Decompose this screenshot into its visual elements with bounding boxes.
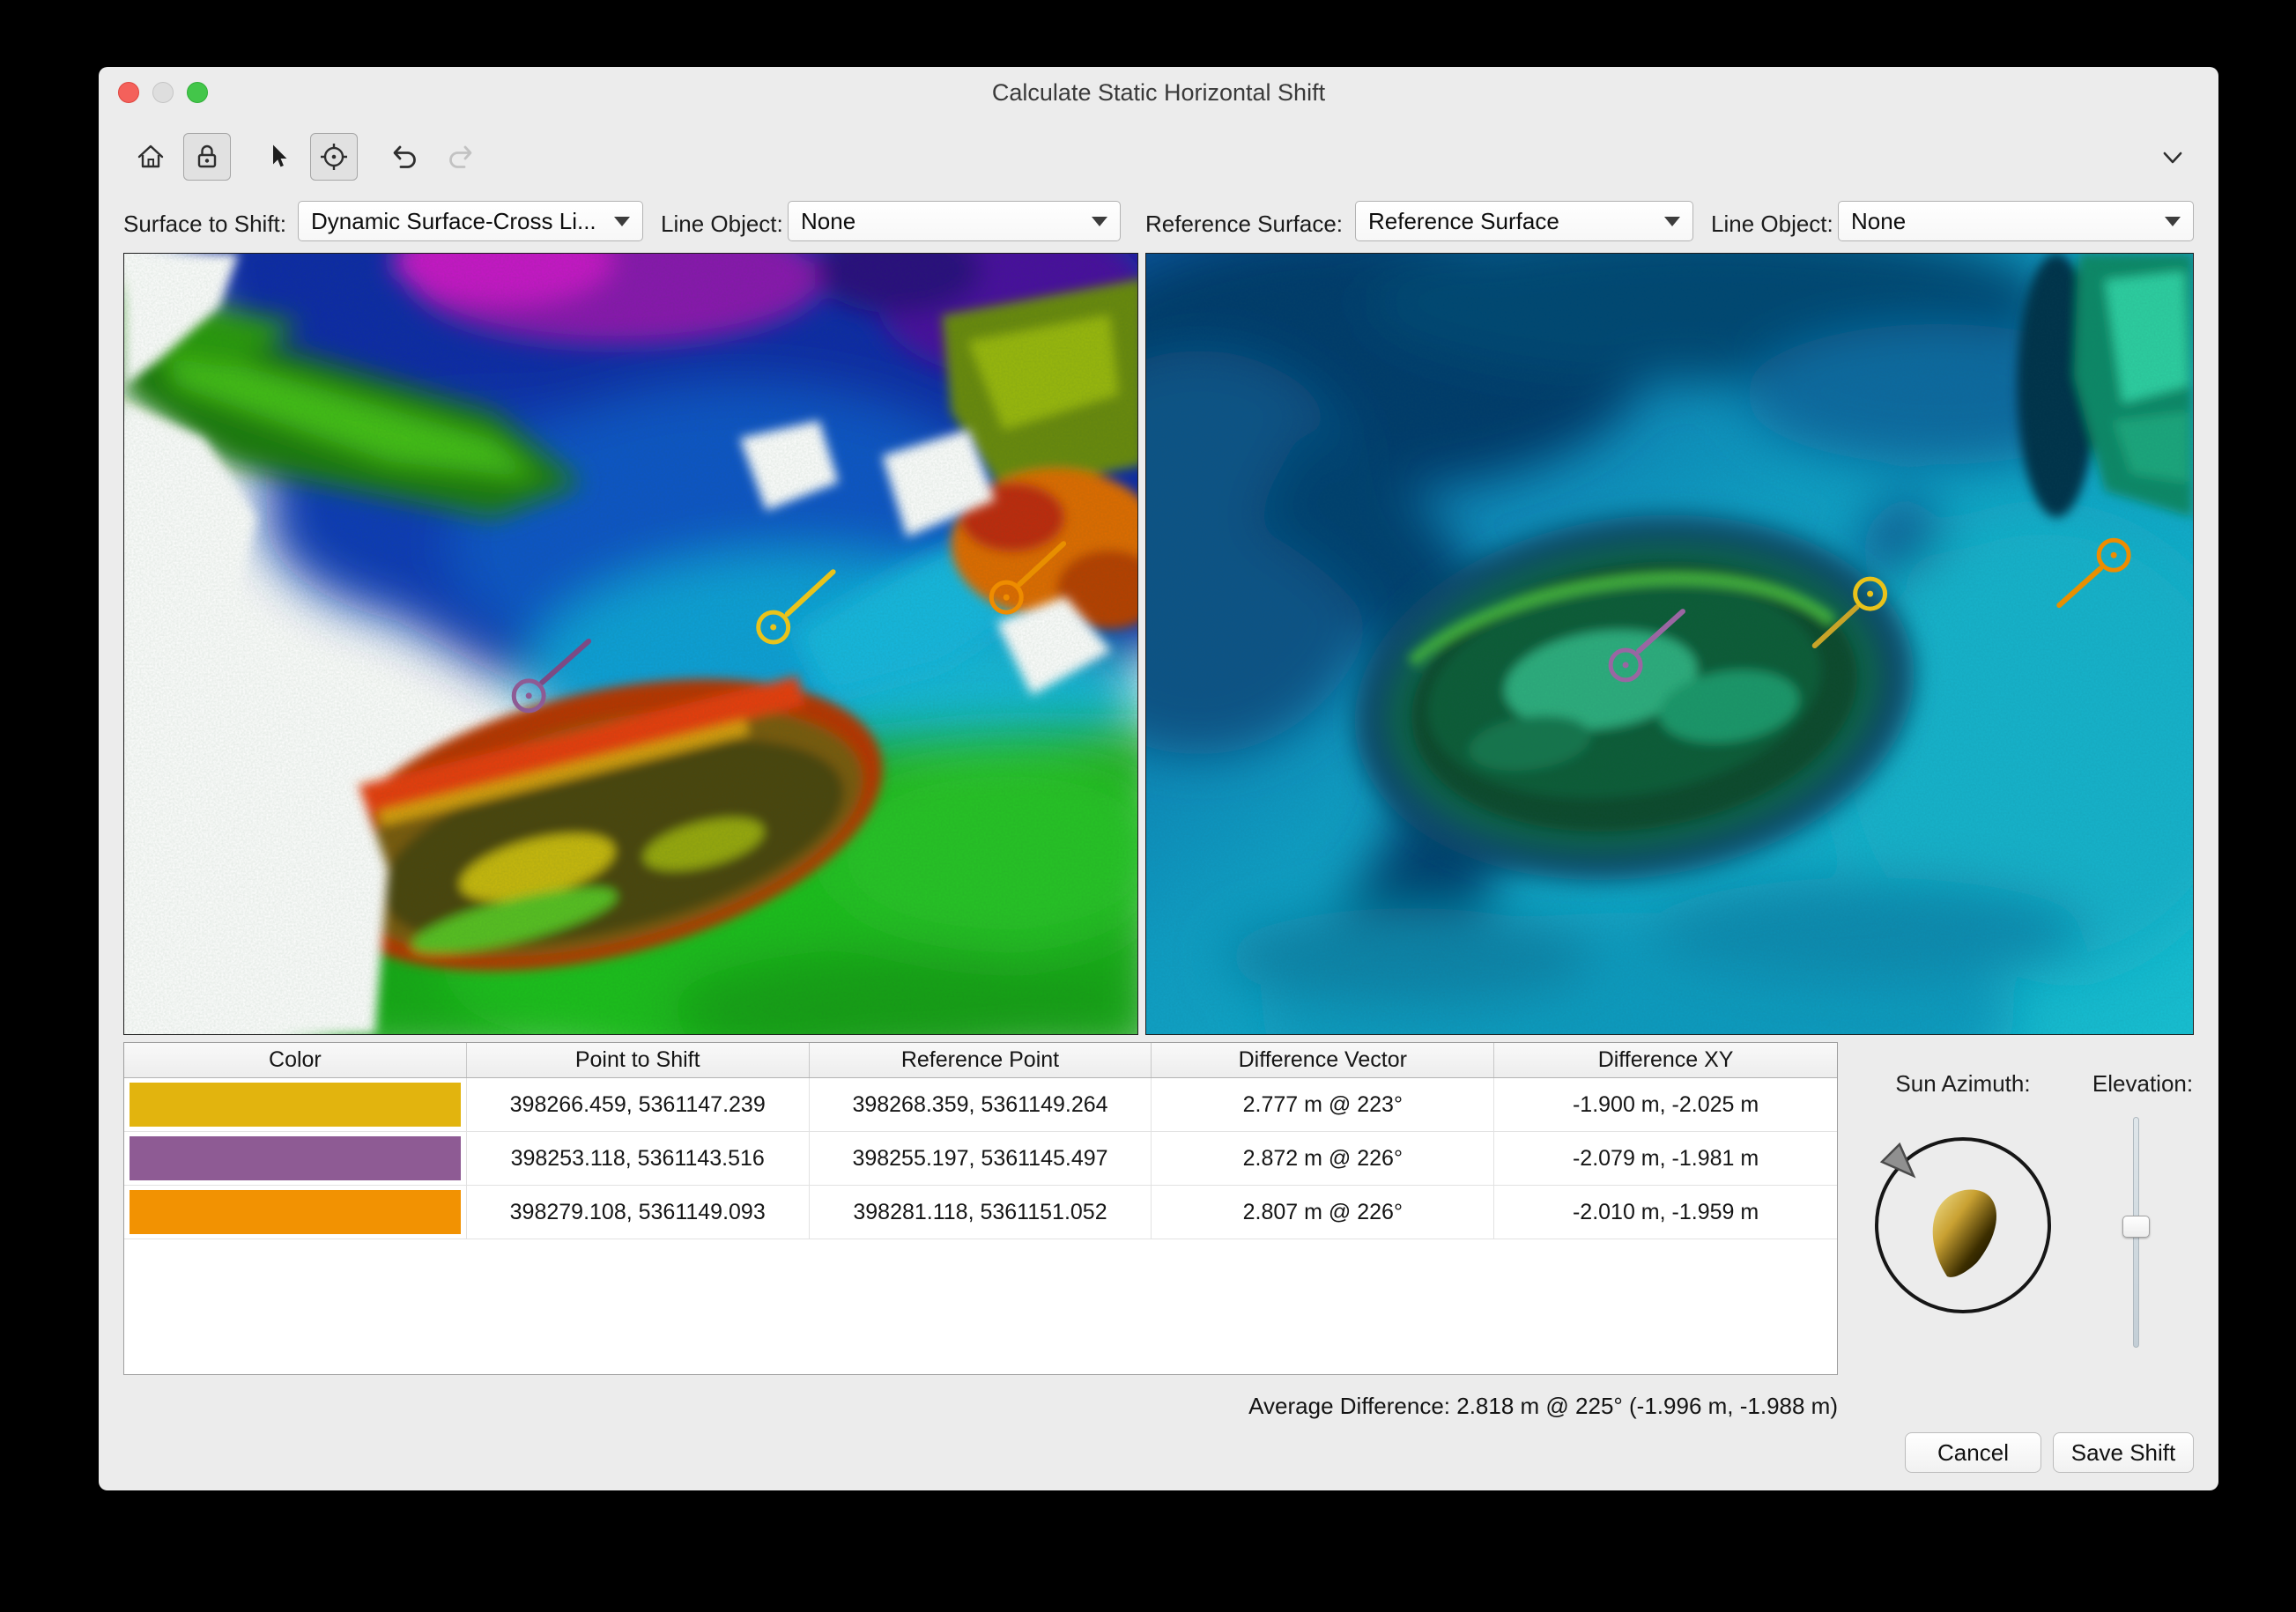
reference-surface-label: Reference Surface: (1145, 211, 1343, 238)
line-object-left-value: None (801, 208, 855, 234)
column-header-point-to-shift: Point to Shift (467, 1043, 810, 1077)
titlebar[interactable]: Calculate Static Horizontal Shift (99, 67, 2218, 116)
pointer-tool-button[interactable] (254, 133, 301, 181)
point-to-shift-cell: 398266.459, 5361147.239 (467, 1078, 810, 1131)
surface-to-shift-value: Dynamic Surface-Cross Li... (311, 208, 596, 234)
difference-xy-cell: -2.010 m, -1.959 m (1494, 1186, 1837, 1239)
line-object-left-select[interactable]: None (788, 201, 1121, 241)
shift-points-table: Color Point to Shift Reference Point Dif… (123, 1042, 1838, 1375)
sun-azimuth-dial[interactable] (1866, 1128, 2060, 1322)
minimize-icon[interactable] (152, 82, 174, 103)
column-header-reference-point: Reference Point (810, 1043, 1152, 1077)
column-header-difference-vector: Difference Vector (1152, 1043, 1494, 1077)
reference-surface-bathymetry (1146, 254, 2193, 1034)
line-object-right-value: None (1851, 208, 1906, 234)
traffic-lights (118, 82, 208, 103)
color-cell (124, 1132, 467, 1185)
surface-to-shift-select[interactable]: Dynamic Surface-Cross Li... (298, 201, 643, 241)
difference-xy-cell: -1.900 m, -2.025 m (1494, 1078, 1837, 1131)
dropdown-arrow-icon (614, 217, 630, 226)
reference-surface-value: Reference Surface (1368, 208, 1559, 234)
target-icon (318, 141, 350, 173)
save-shift-button[interactable]: Save Shift (2053, 1432, 2194, 1473)
reference-point-cell: 398255.197, 5361145.497 (810, 1132, 1152, 1185)
point-to-shift-cell: 398279.108, 5361149.093 (467, 1186, 810, 1239)
dropdown-arrow-icon (1092, 217, 1107, 226)
line-object-left-label: Line Object: (661, 211, 783, 238)
toolbar (127, 132, 485, 181)
redo-button[interactable] (437, 133, 485, 181)
cursor-icon (262, 141, 293, 173)
home-button[interactable] (127, 133, 174, 181)
line-object-right-label: Line Object: (1711, 211, 1833, 238)
difference-xy-cell: -2.079 m, -1.981 m (1494, 1132, 1837, 1185)
column-header-color: Color (124, 1043, 467, 1077)
sun-azimuth-label: Sun Azimuth: (1848, 1070, 2078, 1098)
average-difference-text: Average Difference: 2.818 m @ 225° (-1.9… (892, 1393, 1838, 1420)
surface-to-shift-map[interactable] (123, 253, 1138, 1035)
redo-icon (445, 141, 477, 173)
table-header: Color Point to Shift Reference Point Dif… (124, 1043, 1837, 1078)
surface-to-shift-bathymetry (124, 254, 1137, 1034)
reference-surface-select[interactable]: Reference Surface (1355, 201, 1693, 241)
close-icon[interactable] (118, 82, 139, 103)
cancel-button[interactable]: Cancel (1905, 1432, 2041, 1473)
line-object-right-select[interactable]: None (1838, 201, 2194, 241)
point-to-shift-cell: 398253.118, 5361143.516 (467, 1132, 810, 1185)
reference-surface-map[interactable] (1145, 253, 2194, 1035)
lock-button[interactable] (183, 133, 231, 181)
table-row[interactable]: 398279.108, 5361149.093 398281.118, 5361… (124, 1186, 1837, 1239)
undo-icon (389, 141, 420, 173)
collapse-toolbar-button[interactable] (2155, 143, 2190, 173)
reference-point-cell: 398268.359, 5361149.264 (810, 1078, 1152, 1131)
difference-vector-cell: 2.872 m @ 226° (1152, 1132, 1494, 1185)
column-header-difference-xy: Difference XY (1494, 1043, 1837, 1077)
calculate-static-horizontal-shift-window: Calculate Static Horizontal Shift (99, 67, 2218, 1490)
elevation-label: Elevation: (2072, 1070, 2213, 1098)
pick-point-tool-button[interactable] (310, 133, 358, 181)
surface-to-shift-label: Surface to Shift: (123, 211, 286, 238)
difference-vector-cell: 2.807 m @ 226° (1152, 1186, 1494, 1239)
color-swatch (130, 1136, 461, 1180)
color-cell (124, 1186, 467, 1239)
color-swatch (130, 1190, 461, 1234)
lock-icon (191, 141, 223, 173)
home-icon (135, 141, 167, 173)
elevation-slider-handle[interactable] (2122, 1216, 2150, 1238)
elevation-slider[interactable] (2113, 1117, 2159, 1355)
zoom-icon[interactable] (187, 82, 208, 103)
undo-button[interactable] (381, 133, 428, 181)
color-cell (124, 1078, 467, 1131)
dropdown-arrow-icon (1664, 217, 1680, 226)
window-title: Calculate Static Horizontal Shift (99, 67, 2218, 118)
sun-cone-icon (1933, 1189, 1996, 1276)
table-row[interactable]: 398253.118, 5361143.516 398255.197, 5361… (124, 1132, 1837, 1186)
table-row[interactable]: 398266.459, 5361147.239 398268.359, 5361… (124, 1078, 1837, 1132)
dropdown-arrow-icon (2165, 217, 2181, 226)
difference-vector-cell: 2.777 m @ 223° (1152, 1078, 1494, 1131)
color-swatch (130, 1083, 461, 1127)
reference-point-cell: 398281.118, 5361151.052 (810, 1186, 1152, 1239)
chevron-down-icon (2157, 144, 2189, 171)
